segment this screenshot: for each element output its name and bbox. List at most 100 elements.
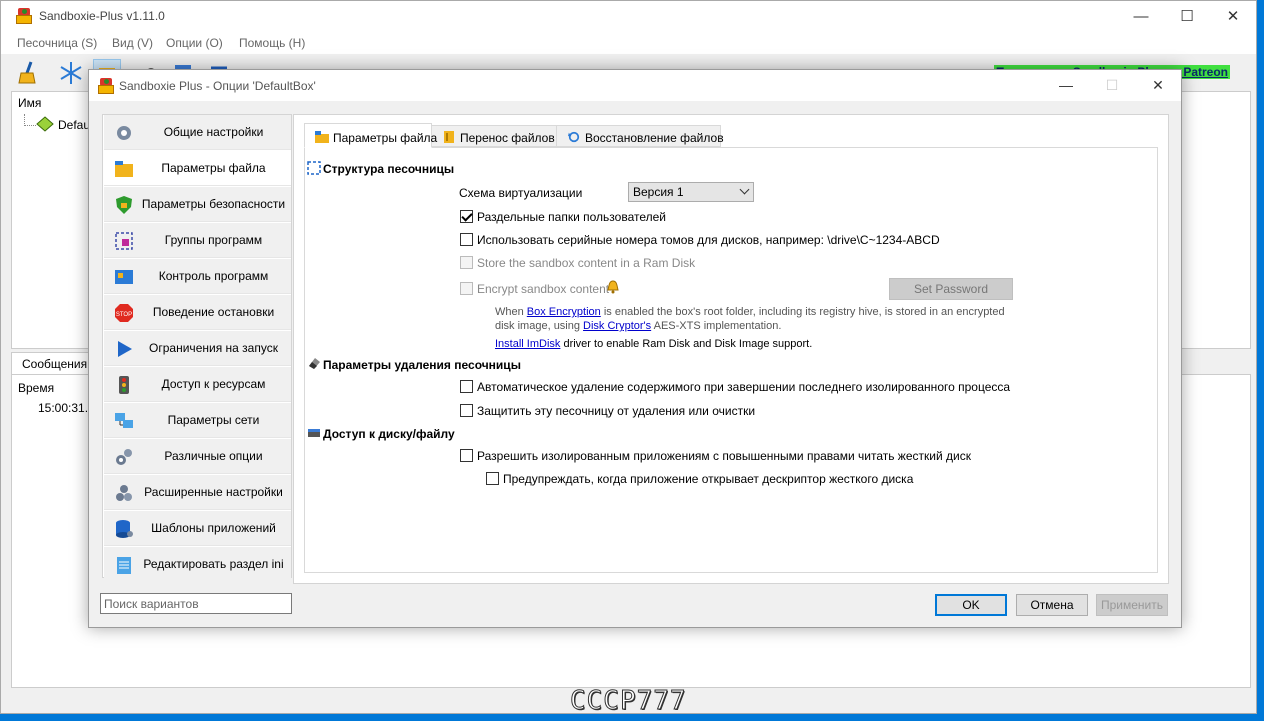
close-button[interactable]: ✕ [1210, 1, 1256, 32]
log-column-time[interactable]: Время [18, 381, 54, 395]
tab-file-options[interactable]: Параметры файла [304, 123, 437, 148]
nav-label: Параметры файла [161, 161, 266, 175]
nav-resource-access[interactable]: Доступ к ресурсам [104, 367, 291, 402]
install-imdisk-link[interactable]: Install ImDisk [495, 338, 560, 350]
svg-text:STOP: STOP [116, 312, 132, 318]
notepad-icon [117, 557, 131, 574]
disk-cryptor-link[interactable]: Disk Cryptor's [583, 320, 651, 332]
stop-icon: STOP [115, 304, 133, 322]
tabs-area: Параметры файла Перенос файлов Восстанов… [293, 114, 1169, 584]
nav-security-options[interactable]: Параметры безопасности [104, 187, 291, 222]
warn-raw-disk-label: Предупреждать, когда приложение открывае… [503, 472, 914, 486]
migrate-folder-icon [444, 131, 454, 143]
bell-icon [607, 280, 619, 294]
dialog-minimize-button[interactable]: — [1043, 70, 1089, 101]
minimize-button[interactable]: — [1118, 1, 1164, 32]
nav-program-groups[interactable]: Группы программ [104, 223, 291, 258]
allow-raw-disk-label: Разрешить изолированным приложениям с по… [477, 449, 971, 463]
section-title-structure: Структура песочницы [323, 162, 455, 176]
encryption-info-line2: disk image, using Disk Cryptor's AES-XTS… [495, 320, 782, 332]
menu-options[interactable]: Опции (O) [166, 36, 223, 50]
dialog-title: Sandboxie Plus - Опции 'DefaultBox' [119, 79, 316, 93]
nav-network-options[interactable]: Параметры сети [104, 403, 291, 438]
file-options-page: Структура песочницы Схема виртуализации … [304, 147, 1158, 573]
traffic-light-icon [119, 376, 129, 394]
separate-user-folders-checkbox[interactable] [460, 210, 473, 223]
box-encryption-link[interactable]: Box Encryption [527, 306, 601, 318]
sandboxie-logo-icon [97, 78, 115, 94]
nav-edit-ini[interactable]: Редактировать раздел ini [104, 547, 291, 582]
nav-misc-options[interactable]: Различные опции [104, 439, 291, 474]
tab-label: Параметры файла [333, 131, 438, 145]
ram-disk-checkbox [460, 256, 473, 269]
nav-label: Доступ к ресурсам [161, 377, 266, 391]
nav-label: Контроль программ [158, 269, 269, 283]
encrypt-checkbox [460, 282, 473, 295]
section-title-deletion: Параметры удаления песочницы [323, 358, 521, 372]
ram-disk-label: Store the sandbox content in a Ram Disk [477, 256, 696, 270]
database-icon [116, 520, 133, 538]
gears-icon [116, 449, 132, 465]
chevron-down-icon [739, 184, 750, 195]
dialog-maximize-button: ☐ [1105, 77, 1119, 93]
auto-delete-checkbox[interactable] [460, 380, 473, 393]
ok-button[interactable]: OK [935, 594, 1007, 616]
menu-bar: Песочница (S) Вид (V) Опции (O) Помощь (… [1, 32, 1256, 54]
nav-start-restrictions[interactable]: Ограничения на запуск [104, 331, 291, 366]
nav-advanced-settings[interactable]: Расширенные настройки [104, 475, 291, 510]
encrypt-label: Encrypt sandbox content [477, 282, 610, 296]
structure-icon [307, 161, 321, 175]
virtualization-scheme-select[interactable]: Версия 1 [628, 182, 754, 202]
tab-messages[interactable]: Сообщения sbie [11, 352, 91, 374]
folder-icon [115, 161, 133, 177]
eraser-icon [309, 358, 320, 369]
nav-app-templates[interactable]: Шаблоны приложений [104, 511, 291, 546]
protect-sandbox-checkbox[interactable] [460, 404, 473, 417]
recovery-icon [568, 131, 580, 143]
search-options-input[interactable] [100, 593, 292, 614]
protect-sandbox-label: Защитить эту песочницу от удаления или о… [477, 404, 756, 418]
warn-raw-disk-checkbox[interactable] [486, 472, 499, 485]
nav-general-settings[interactable]: Общие настройки [104, 115, 291, 150]
main-window-title: Sandboxie-Plus v1.11.0 [39, 9, 165, 23]
tab-file-recovery[interactable]: Восстановление файлов [556, 125, 724, 147]
clean-broom-icon[interactable] [15, 59, 43, 87]
volume-serials-checkbox[interactable] [460, 233, 473, 246]
virtualization-scheme-value: Версия 1 [633, 185, 684, 199]
cancel-button[interactable]: Отмена [1016, 594, 1088, 616]
snowflake-icon[interactable] [57, 59, 85, 87]
tree-connector [24, 114, 36, 126]
disk-drive-icon [308, 429, 320, 437]
nav-label: Группы программ [164, 233, 263, 247]
maximize-button[interactable]: ☐ [1164, 1, 1210, 32]
nav-program-control[interactable]: Контроль программ [104, 259, 291, 294]
options-nav-list: Общие настройки Параметры файла Параметр… [102, 114, 292, 582]
program-control-icon [115, 270, 133, 284]
nav-label: Различные опции [164, 449, 263, 463]
options-dialog: Sandboxie Plus - Опции 'DefaultBox' — ☐ … [88, 69, 1182, 628]
nav-label: Поведение остановки [152, 305, 275, 319]
menu-view[interactable]: Вид (V) [112, 36, 153, 50]
watermark-text: CCCP777 [570, 686, 687, 717]
nav-stop-behaviour[interactable]: STOP Поведение остановки [104, 295, 291, 330]
auto-delete-label: Автоматическое удаление содержимого при … [477, 380, 1011, 394]
nav-label: Параметры безопасности [141, 197, 286, 211]
separate-user-folders-label: Раздельные папки пользователей [477, 210, 666, 224]
menu-help[interactable]: Помощь (H) [239, 36, 305, 50]
nav-file-options[interactable]: Параметры файла [104, 151, 291, 186]
dialog-close-button[interactable]: ✕ [1135, 70, 1181, 101]
tree-column-name[interactable]: Имя [18, 96, 41, 110]
play-icon [118, 341, 132, 357]
tree-item-defaultbox[interactable]: Defau [58, 118, 90, 132]
nav-label: Шаблоны приложений [151, 521, 276, 535]
shield-icon [116, 196, 132, 214]
nav-label: Параметры сети [167, 413, 260, 427]
network-icon [115, 413, 133, 428]
menu-sandbox[interactable]: Песочница (S) [17, 36, 97, 50]
folder-icon [315, 131, 329, 143]
allow-raw-disk-checkbox[interactable] [460, 449, 473, 462]
tab-file-migration[interactable]: Перенос файлов [431, 125, 557, 147]
group-icon [115, 232, 133, 250]
nav-label: Расширенные настройки [144, 485, 283, 499]
dialog-titlebar: Sandboxie Plus - Опции 'DefaultBox' — ☐ … [89, 70, 1181, 101]
